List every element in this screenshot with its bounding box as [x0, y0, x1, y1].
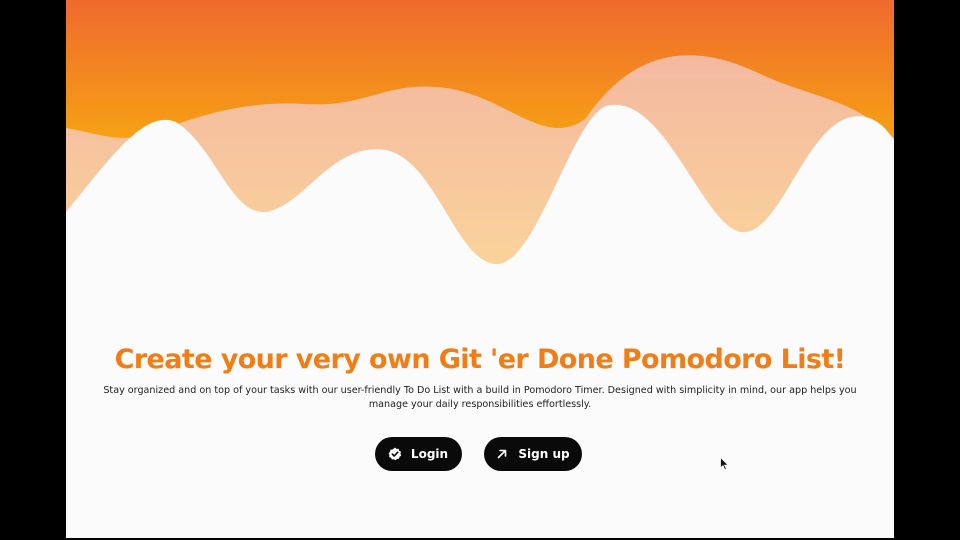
- login-button[interactable]: Login: [374, 437, 462, 471]
- header-waves: [66, 0, 894, 290]
- page-frame: Create your very own Git 'er Done Pomodo…: [66, 0, 894, 538]
- action-buttons: Login Sign up: [66, 437, 894, 471]
- arrow-up-right-icon: [495, 447, 509, 461]
- login-button-label: Login: [410, 447, 449, 461]
- hero-title: Create your very own Git 'er Done Pomodo…: [114, 344, 846, 375]
- check-badge-icon: [388, 447, 402, 461]
- hero-section: Create your very own Git 'er Done Pomodo…: [66, 338, 894, 412]
- hero-description: Stay organized and on top of your tasks …: [103, 385, 857, 410]
- mouse-cursor-icon: [720, 457, 730, 471]
- signup-button-label: Sign up: [518, 447, 570, 461]
- signup-button[interactable]: Sign up: [483, 437, 582, 471]
